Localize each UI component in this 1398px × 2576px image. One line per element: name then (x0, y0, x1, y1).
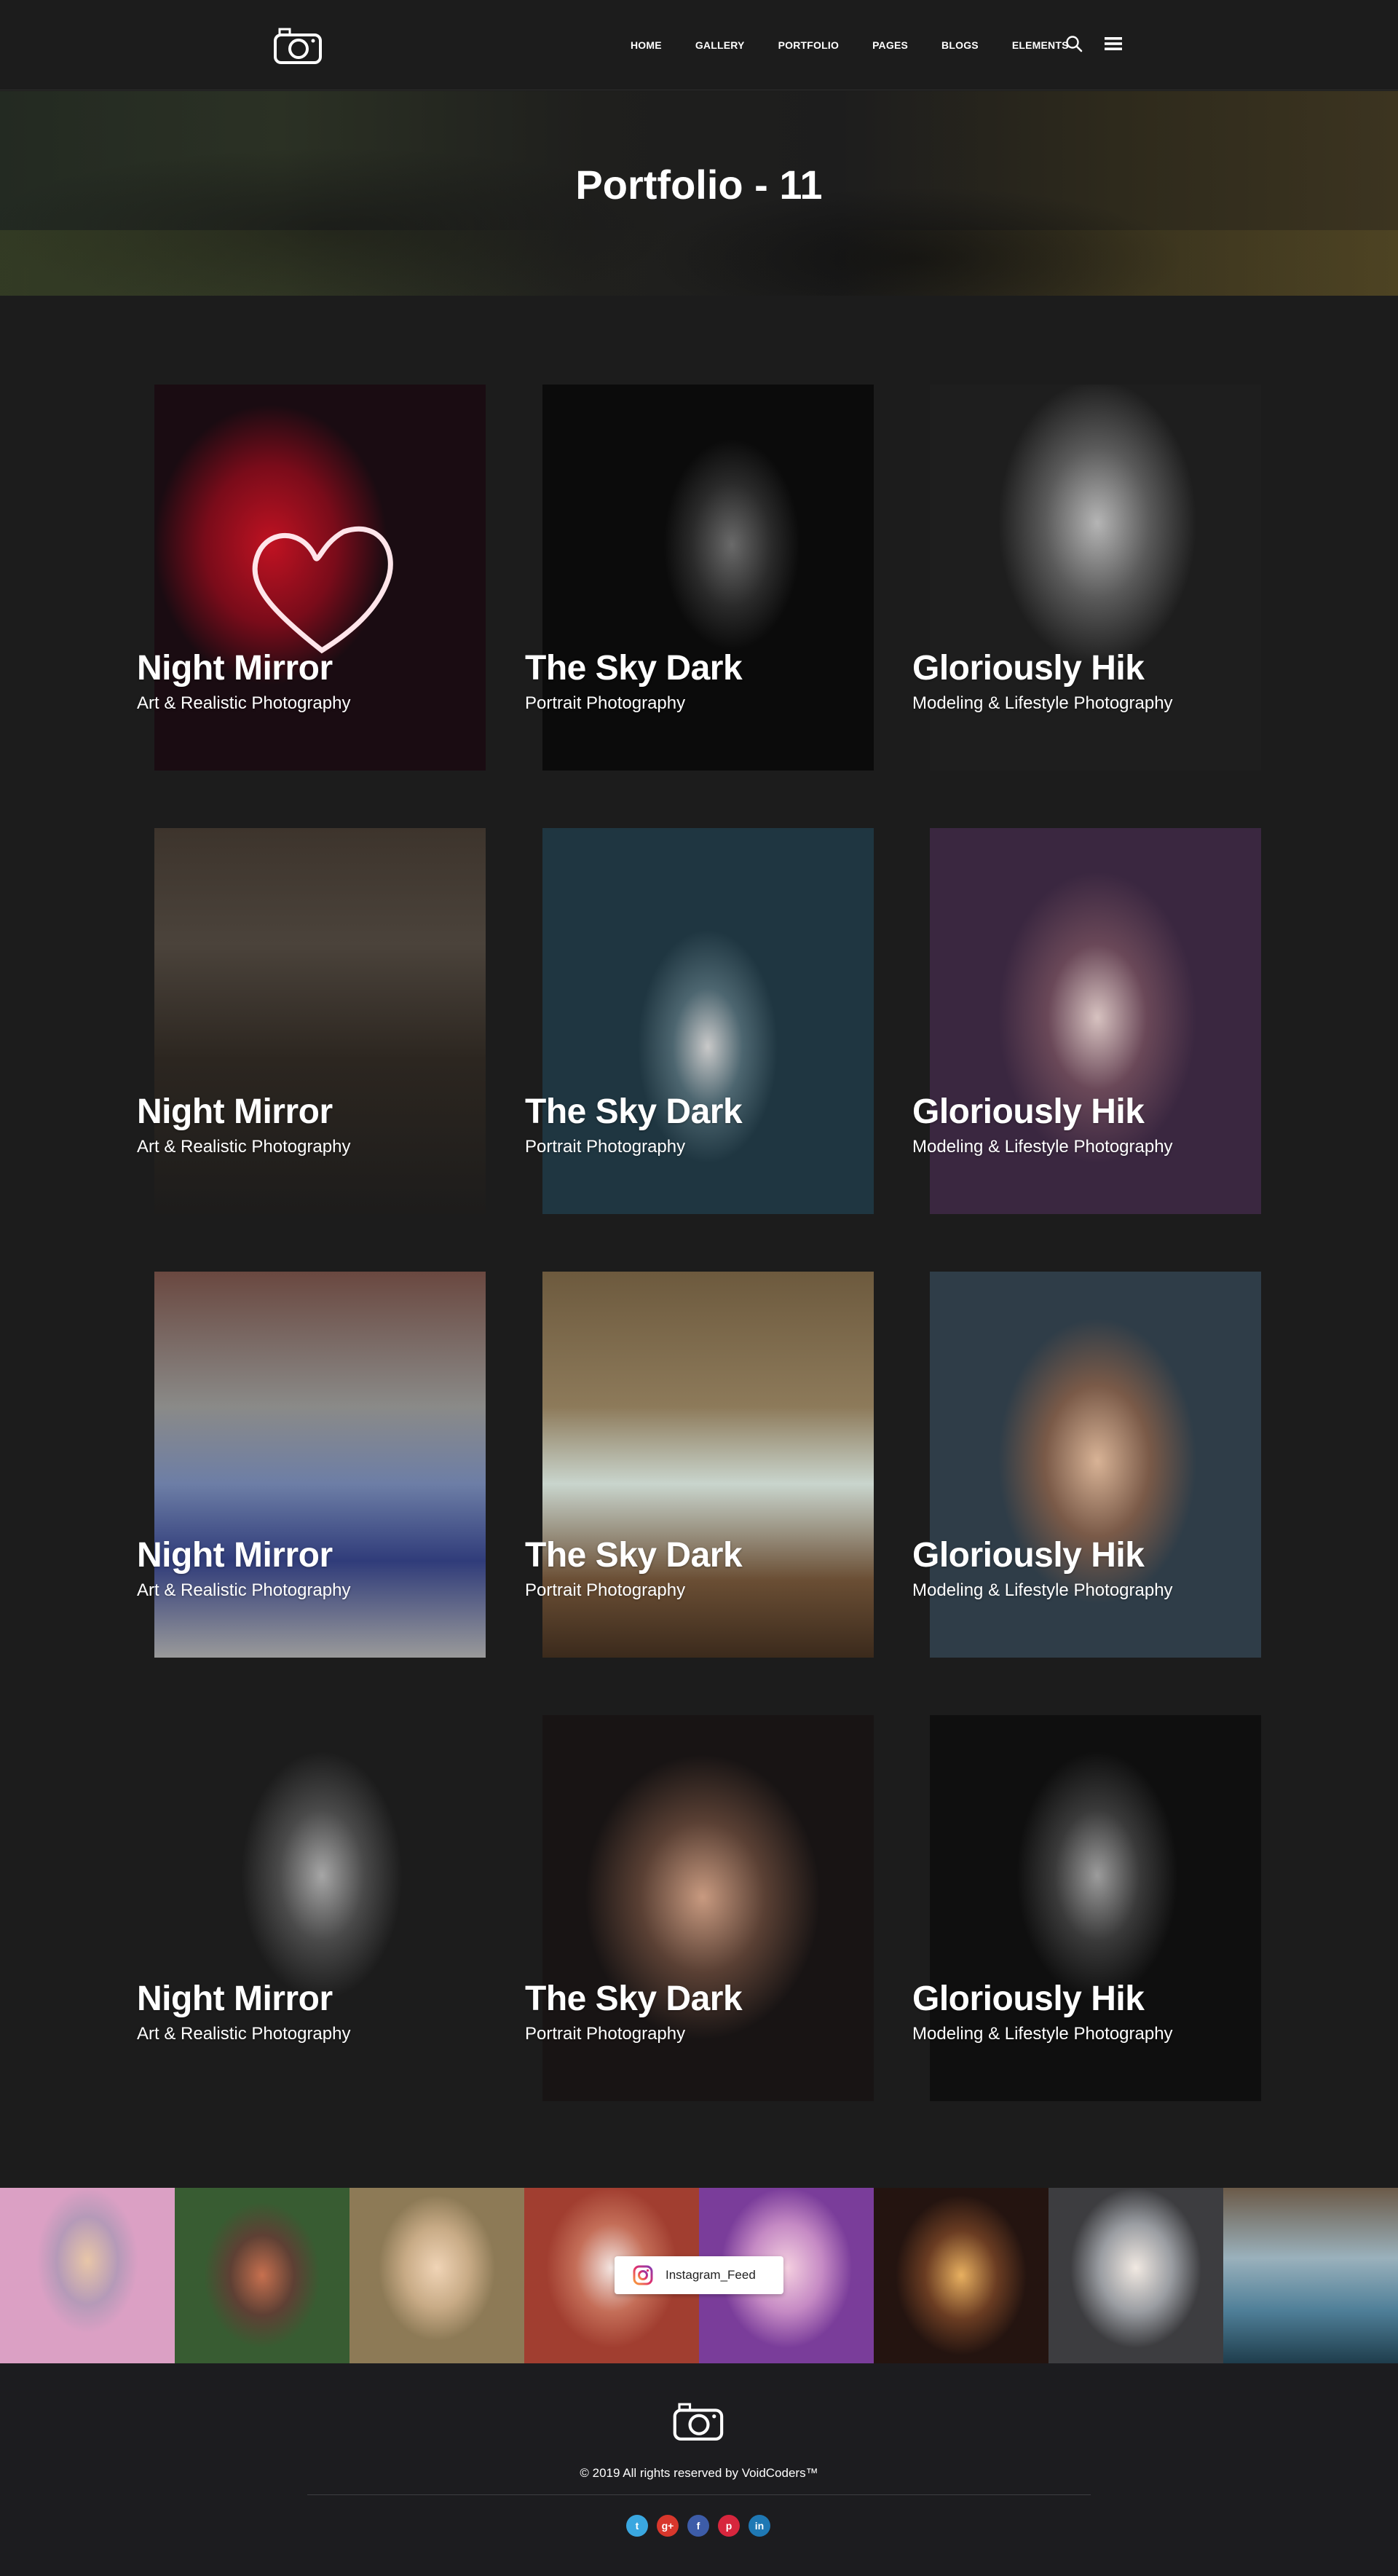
portfolio-caption: Gloriously Hik Modeling & Lifestyle Phot… (912, 1535, 1291, 1601)
portfolio-subtitle: Portrait Photography (525, 1137, 686, 1157)
portfolio-caption: Night Mirror Art & Realistic Photography (137, 1092, 516, 1157)
portfolio-title: The Sky Dark (525, 1092, 743, 1131)
instagram-photo[interactable] (350, 2188, 524, 2363)
portfolio-subtitle: Art & Realistic Photography (137, 2024, 351, 2044)
nav-pages[interactable]: PAGES (872, 39, 908, 51)
portfolio-caption: The Sky Dark Portrait Photography (525, 1979, 904, 2044)
nav-portfolio[interactable]: PORTFOLIO (778, 39, 839, 51)
portfolio-title: Gloriously Hik (912, 649, 1145, 688)
portfolio-title: Gloriously Hik (912, 1980, 1145, 2018)
portfolio-card[interactable]: Night Mirror Art & Realistic Photography (137, 385, 486, 771)
portfolio-caption: Night Mirror Art & Realistic Photography (137, 1979, 516, 2044)
portfolio-subtitle: Portrait Photography (525, 1580, 686, 1600)
portfolio-card[interactable]: Gloriously Hik Modeling & Lifestyle Phot… (912, 1715, 1261, 2101)
portfolio-title: Night Mirror (137, 1092, 333, 1131)
portfolio-caption: Night Mirror Art & Realistic Photography (137, 648, 516, 714)
portfolio-caption: Night Mirror Art & Realistic Photography (137, 1535, 516, 1601)
portfolio-subtitle: Art & Realistic Photography (137, 1580, 351, 1600)
nav-elements[interactable]: ELEMENTS (1012, 39, 1069, 51)
footer-divider (307, 2494, 1091, 2495)
portfolio-subtitle: Portrait Photography (525, 693, 686, 713)
portfolio-card[interactable]: Night Mirror Art & Realistic Photography (137, 1272, 486, 1658)
header-icons (1065, 34, 1123, 53)
search-icon[interactable] (1065, 34, 1083, 53)
nav-blogs[interactable]: BLOGS (941, 39, 979, 51)
portfolio-title: Night Mirror (137, 1536, 333, 1575)
camera-logo-icon[interactable] (272, 26, 325, 64)
page-title: Portfolio - 11 (575, 162, 823, 208)
portfolio-card[interactable]: The Sky Dark Portrait Photography (525, 385, 874, 771)
main-nav: HOME GALLERY PORTFOLIO PAGES BLOGS ELEME… (631, 0, 1069, 90)
portfolio-subtitle: Art & Realistic Photography (137, 1137, 351, 1157)
portfolio-subtitle: Modeling & Lifestyle Photography (912, 693, 1173, 713)
instagram-photo[interactable] (1223, 2188, 1398, 2363)
neon-heart-graphic (252, 526, 393, 654)
twitter-icon[interactable]: t (626, 2515, 648, 2537)
portfolio-card[interactable]: Gloriously Hik Modeling & Lifestyle Phot… (912, 385, 1261, 771)
portfolio-title: The Sky Dark (525, 1536, 743, 1575)
instagram-photo[interactable] (1048, 2188, 1223, 2363)
portfolio-card[interactable]: Night Mirror Art & Realistic Photography (137, 1715, 486, 2101)
portfolio-subtitle: Art & Realistic Photography (137, 693, 351, 713)
nav-gallery[interactable]: GALLERY (695, 39, 745, 51)
google-plus-icon[interactable]: g+ (657, 2515, 679, 2537)
portfolio-title: Night Mirror (137, 649, 333, 688)
site-header: HOME GALLERY PORTFOLIO PAGES BLOGS ELEME… (0, 0, 1398, 90)
instagram-photo[interactable] (874, 2188, 1048, 2363)
portfolio-card[interactable]: The Sky Dark Portrait Photography (525, 1715, 874, 2101)
portfolio-title: Gloriously Hik (912, 1092, 1145, 1131)
portfolio-title: The Sky Dark (525, 1980, 743, 2018)
portfolio-grid: Night Mirror Art & Realistic Photography… (0, 296, 1398, 2188)
instagram-photo[interactable] (0, 2188, 175, 2363)
linkedin-icon[interactable]: in (749, 2515, 770, 2537)
portfolio-card[interactable]: Night Mirror Art & Realistic Photography (137, 828, 486, 1214)
instagram-icon (633, 2265, 653, 2285)
portfolio-subtitle: Modeling & Lifestyle Photography (912, 1137, 1173, 1157)
banner-grass-overlay (0, 230, 1398, 296)
portfolio-title: The Sky Dark (525, 649, 743, 688)
nav-home[interactable]: HOME (631, 39, 662, 51)
portfolio-caption: Gloriously Hik Modeling & Lifestyle Phot… (912, 1092, 1291, 1157)
portfolio-card[interactable]: The Sky Dark Portrait Photography (525, 1272, 874, 1658)
portfolio-caption: The Sky Dark Portrait Photography (525, 1535, 904, 1601)
portfolio-caption: Gloriously Hik Modeling & Lifestyle Phot… (912, 648, 1291, 714)
instagram-feed-label: Instagram_Feed (666, 2268, 756, 2282)
portfolio-card[interactable]: The Sky Dark Portrait Photography (525, 828, 874, 1214)
portfolio-title: Gloriously Hik (912, 1536, 1145, 1575)
portfolio-caption: Gloriously Hik Modeling & Lifestyle Phot… (912, 1979, 1291, 2044)
social-links: t g+ f p in (626, 2515, 770, 2537)
portfolio-subtitle: Portrait Photography (525, 2024, 686, 2044)
facebook-icon[interactable]: f (687, 2515, 709, 2537)
portfolio-card[interactable]: Gloriously Hik Modeling & Lifestyle Phot… (912, 1272, 1261, 1658)
instagram-photo[interactable] (175, 2188, 350, 2363)
pinterest-icon[interactable]: p (718, 2515, 740, 2537)
portfolio-subtitle: Modeling & Lifestyle Photography (912, 1580, 1173, 1600)
portfolio-subtitle: Modeling & Lifestyle Photography (912, 2024, 1173, 2044)
page-banner: Portfolio - 11 (0, 91, 1398, 296)
portfolio-title: Night Mirror (137, 1980, 333, 2018)
instagram-feed-button[interactable]: Instagram_Feed (615, 2256, 783, 2294)
camera-logo-icon[interactable] (671, 2401, 727, 2441)
copyright-text: © 2019 All rights reserved by VoidCoders… (580, 2466, 818, 2480)
portfolio-card[interactable]: Gloriously Hik Modeling & Lifestyle Phot… (912, 828, 1261, 1214)
site-footer: © 2019 All rights reserved by VoidCoders… (0, 2363, 1398, 2576)
menu-icon[interactable] (1104, 34, 1123, 53)
portfolio-caption: The Sky Dark Portrait Photography (525, 1092, 904, 1157)
portfolio-caption: The Sky Dark Portrait Photography (525, 648, 904, 714)
